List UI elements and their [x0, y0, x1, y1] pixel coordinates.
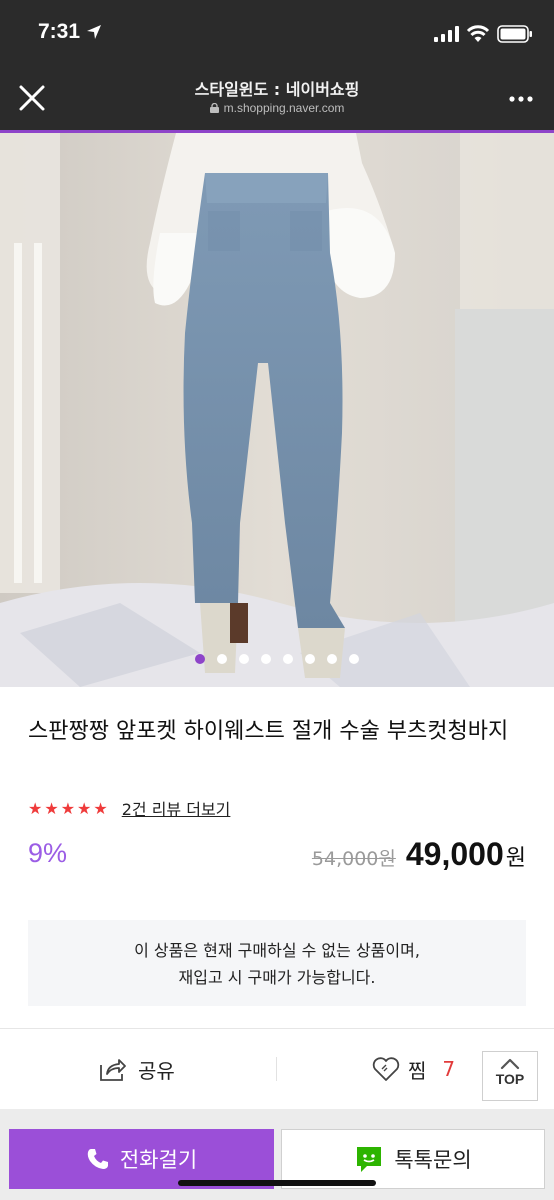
- page-url: m.shopping.naver.com: [0, 101, 554, 115]
- sale-price: 49,000: [405, 836, 504, 872]
- discount-rate: 9%: [28, 838, 68, 868]
- price-block: 54,000원 49,000 원: [312, 836, 526, 873]
- wish-count: 7: [442, 1057, 456, 1081]
- pagination-dot[interactable]: [239, 654, 249, 664]
- notice-line-1: 이 상품은 현재 구매하실 수 없는 상품이며,: [134, 941, 420, 960]
- share-icon: [100, 1059, 126, 1081]
- battery-icon: [497, 25, 532, 43]
- chevron-up-icon: [500, 1058, 520, 1070]
- pagination-dot[interactable]: [349, 654, 359, 664]
- currency-unit: 원: [505, 846, 526, 871]
- share-button[interactable]: 공유: [98, 1053, 175, 1085]
- lock-icon: [209, 103, 219, 113]
- talktalk-label: 톡톡문의: [394, 1148, 472, 1172]
- pagination-dot[interactable]: [283, 654, 293, 664]
- notice-line-2: 재입고 시 구매가 가능합니다.: [178, 968, 376, 987]
- pagination-dot[interactable]: [261, 654, 271, 664]
- pagination-dot[interactable]: [195, 654, 205, 664]
- image-pagination: [0, 654, 554, 664]
- wish-button[interactable]: 찜 7: [372, 1053, 455, 1085]
- status-time: 7:31: [38, 20, 81, 43]
- action-separator: [276, 1057, 277, 1081]
- share-label: 공유: [138, 1058, 175, 1083]
- product-image[interactable]: [0, 133, 554, 687]
- cellular-signal-icon: [434, 26, 459, 42]
- url-text: m.shopping.naver.com: [223, 101, 345, 115]
- heart-icon: [372, 1057, 400, 1081]
- scroll-top-button[interactable]: TOP: [482, 1051, 538, 1101]
- product-name: 스판짱짱 앞포켓 하이웨스트 절개 수술 부츠컷청바지: [28, 719, 509, 744]
- more-dots-icon[interactable]: [508, 86, 534, 112]
- action-row: 공유 찜 7 TOP: [0, 1029, 554, 1109]
- wish-label: 찜: [408, 1058, 427, 1083]
- rating-row: ★★★★★ 2건 리뷰 더보기: [28, 796, 230, 820]
- top-label: TOP: [495, 1071, 525, 1087]
- pagination-dot[interactable]: [327, 654, 337, 664]
- page-title: 스타일윈도 : 네이버쇼핑: [194, 80, 360, 99]
- wifi-icon: [466, 25, 490, 42]
- pagination-dot[interactable]: [217, 654, 227, 664]
- call-label: 전화걸기: [119, 1148, 198, 1172]
- pagination-dot[interactable]: [305, 654, 315, 664]
- original-price: 54,000원: [311, 848, 396, 870]
- rating-stars: ★★★★★: [28, 798, 110, 818]
- location-arrow-icon: [87, 25, 101, 39]
- soldout-notice: 이 상품은 현재 구매하실 수 없는 상품이며, 재입고 시 구매가 가능합니다…: [28, 920, 526, 1006]
- talktalk-icon: [357, 1147, 382, 1172]
- home-indicator: [178, 1180, 376, 1186]
- review-link[interactable]: 2건 리뷰 더보기: [122, 796, 231, 820]
- phone-icon: [87, 1149, 108, 1169]
- browser-header: 스타일윈도 : 네이버쇼핑 m.shopping.naver.com: [0, 68, 554, 130]
- status-bar: 7:31: [0, 0, 554, 68]
